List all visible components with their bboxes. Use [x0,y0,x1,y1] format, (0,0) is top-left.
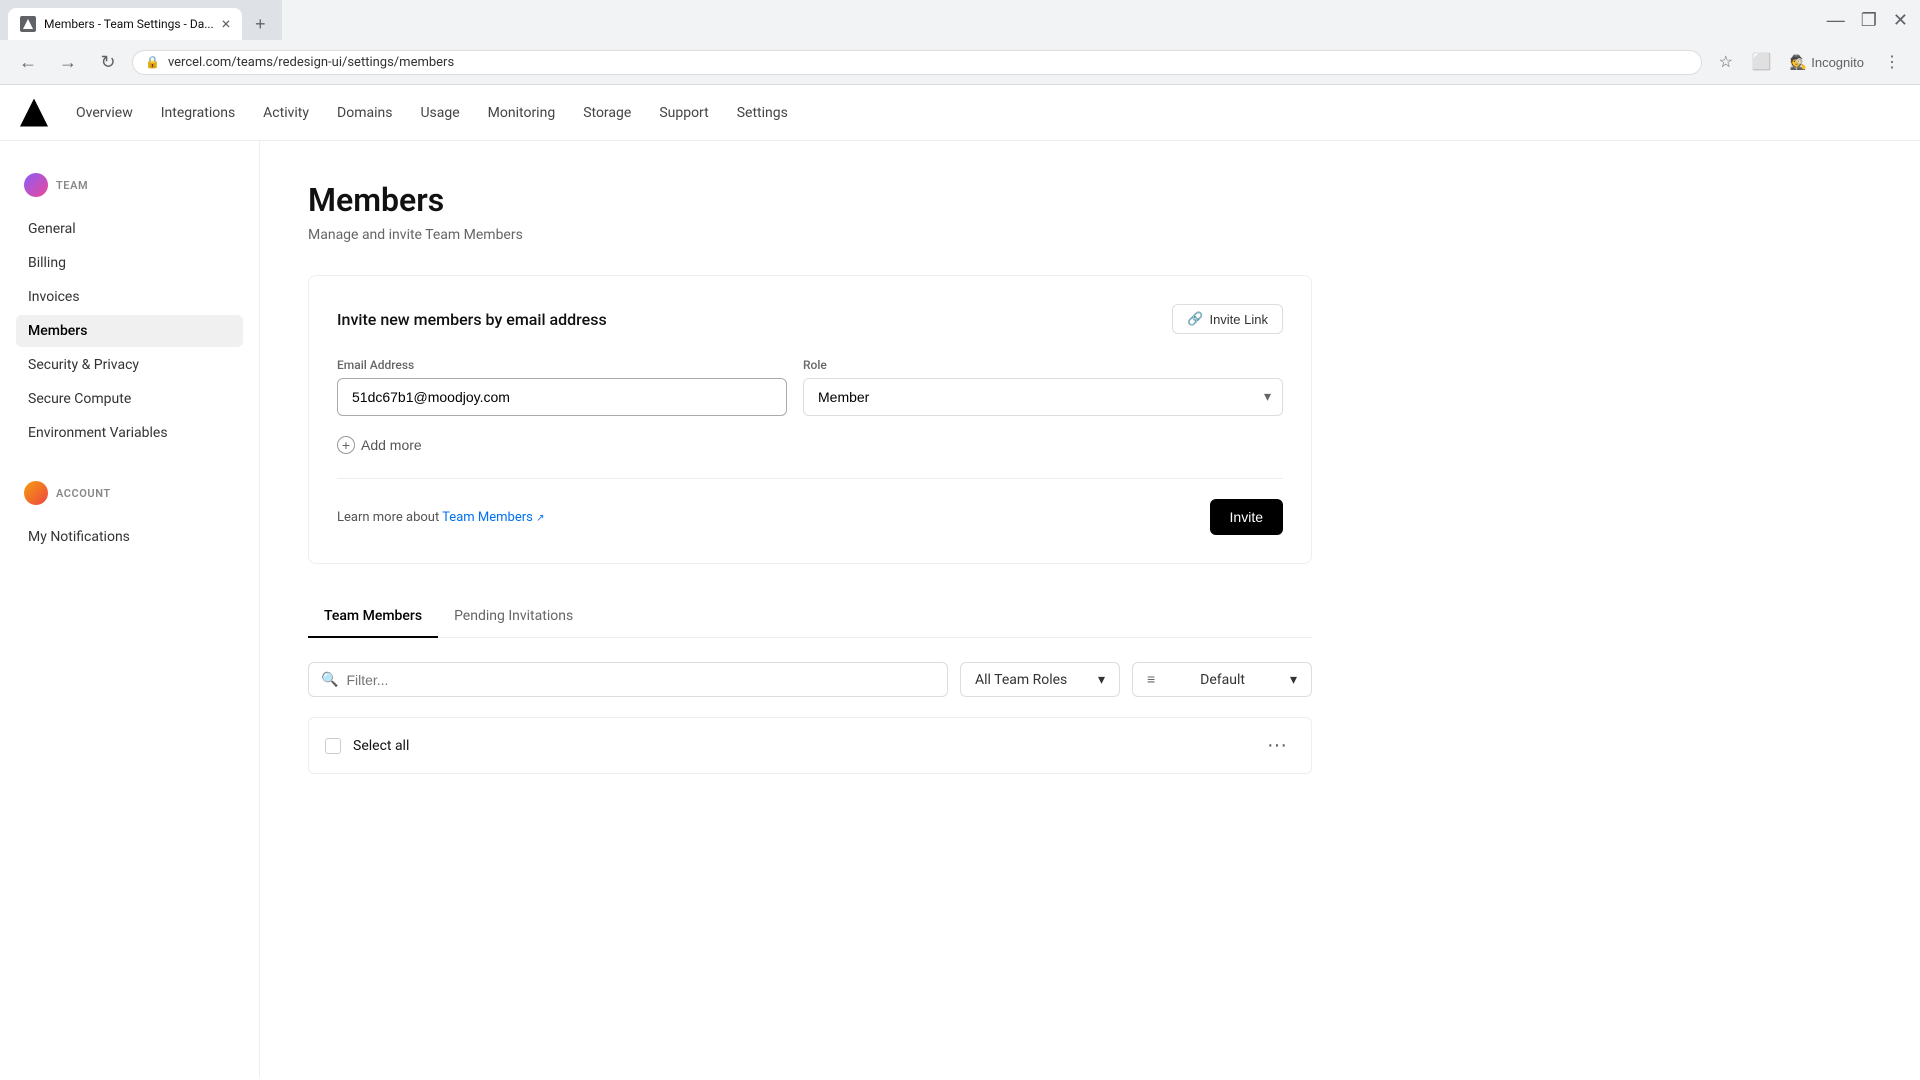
link-icon: 🔗 [1187,311,1203,327]
forward-button[interactable]: → [52,46,84,78]
roles-chevron-icon: ▾ [1098,672,1105,688]
external-link-icon: ↗ [536,513,544,524]
layout: TEAM General Billing Invoices Members Se… [0,141,1920,1077]
browser-toolbar: ← → ↻ 🔒 vercel.com/teams/redesign-ui/set… [0,40,1920,84]
refresh-button[interactable]: ↻ [92,46,124,78]
more-options-button[interactable]: ⋮ [1876,46,1908,78]
invite-card-title: Invite new members by email address [337,310,607,329]
row-more-button[interactable]: ··· [1259,730,1295,761]
role-label: Role [803,358,1283,372]
sort-chevron-icon: ▾ [1290,672,1297,688]
vercel-logo [20,99,48,127]
active-tab[interactable]: Members - Team Settings - Da... × [8,8,242,40]
close-window-button[interactable]: ✕ [1889,6,1912,35]
invite-header: Invite new members by email address 🔗 In… [337,304,1283,334]
nav-settings[interactable]: Settings [725,97,800,129]
page-subtitle: Manage and invite Team Members [308,227,1312,243]
email-label: Email Address [337,358,787,372]
team-members-link[interactable]: Team Members [442,510,533,525]
tab-close-button[interactable]: × [222,16,231,32]
invite-form-row: Email Address Role Member Owner Viewer C… [337,358,1283,416]
bookmark-button[interactable]: ☆ [1710,46,1742,78]
browser-chrome: Members - Team Settings - Da... × + — ❐ … [0,0,1920,85]
nav-monitoring[interactable]: Monitoring [476,97,568,129]
maximize-button[interactable]: ❐ [1857,6,1881,35]
filter-search-container: 🔍 [308,662,948,697]
sidebar-item-general[interactable]: General [16,213,243,245]
team-account-header: TEAM [16,165,243,205]
nav-usage[interactable]: Usage [408,97,471,129]
invite-link-button[interactable]: 🔗 Invite Link [1172,304,1283,334]
account-avatar [24,481,48,505]
team-avatar [24,173,48,197]
all-team-roles-label: All Team Roles [975,672,1067,688]
account-header: ACCOUNT [16,473,243,513]
toolbar-actions: ☆ ⬜ 🕵 Incognito ⋮ [1710,46,1908,78]
account-label: ACCOUNT [56,487,111,500]
page-title: Members [308,181,1312,219]
select-all-row: Select all ··· [308,717,1312,774]
invite-link-label: Invite Link [1209,312,1268,327]
sidebar-item-env-vars[interactable]: Environment Variables [16,417,243,449]
filter-bar: 🔍 All Team Roles ▾ ≡ Default ▾ [308,662,1312,697]
email-group: Email Address [337,358,787,416]
nav-integrations[interactable]: Integrations [149,97,247,129]
select-all-left: Select all [325,738,409,754]
app-nav: Overview Integrations Activity Domains U… [0,85,1920,141]
select-all-label: Select all [353,738,409,754]
nav-storage[interactable]: Storage [571,97,643,129]
invite-button[interactable]: Invite [1210,499,1283,535]
address-url: vercel.com/teams/redesign-ui/settings/me… [168,55,1689,70]
nav-activity[interactable]: Activity [251,97,321,129]
invite-footer: Learn more about Team Members ↗ Invite [337,478,1283,535]
search-icon: 🔍 [321,672,338,688]
sidebar-item-security[interactable]: Security & Privacy [16,349,243,381]
sort-dropdown[interactable]: ≡ Default ▾ [1132,662,1312,697]
browser-tabs: Members - Team Settings - Da... × + [0,0,282,40]
sort-icon: ≡ [1147,671,1155,688]
tab-team-members[interactable]: Team Members [308,596,438,638]
role-select[interactable]: Member Owner Viewer Contributor [803,378,1283,416]
profile-button[interactable]: ⬜ [1746,46,1778,78]
tab-favicon [20,16,36,32]
sidebar-item-my-notifications[interactable]: My Notifications [16,521,243,553]
team-label: TEAM [56,179,88,192]
members-tabs: Team Members Pending Invitations [308,596,1312,638]
new-tab-button[interactable]: + [246,10,274,38]
nav-support[interactable]: Support [647,97,720,129]
all-team-roles-dropdown[interactable]: All Team Roles ▾ [960,662,1120,697]
incognito-label: Incognito [1811,55,1864,70]
learn-more-text: Learn more about Team Members ↗ [337,510,544,525]
tab-pending-invitations[interactable]: Pending Invitations [438,596,589,638]
sidebar: TEAM General Billing Invoices Members Se… [0,141,260,1077]
nav-domains[interactable]: Domains [325,97,404,129]
role-group: Role Member Owner Viewer Contributor ▾ [803,358,1283,416]
minimize-button[interactable]: — [1823,6,1849,35]
nav-overview[interactable]: Overview [64,97,145,129]
email-input[interactable] [337,378,787,416]
role-select-wrapper: Member Owner Viewer Contributor ▾ [803,378,1283,416]
invite-card: Invite new members by email address 🔗 In… [308,275,1312,564]
select-all-checkbox[interactable] [325,738,341,754]
sidebar-item-members[interactable]: Members [16,315,243,347]
add-more-button[interactable]: + Add more [337,432,422,458]
account-section: ACCOUNT My Notifications [16,473,243,553]
incognito-badge[interactable]: 🕵 Incognito [1782,50,1872,75]
sidebar-item-invoices[interactable]: Invoices [16,281,243,313]
back-button[interactable]: ← [12,46,44,78]
tab-title: Members - Team Settings - Da... [44,17,214,31]
incognito-icon: 🕵 [1790,54,1807,71]
team-section: TEAM General Billing Invoices Members Se… [16,165,243,449]
sort-label: Default [1200,672,1245,688]
window-controls: — ❐ ✕ [1823,6,1920,35]
add-more-label: Add more [361,437,422,453]
filter-search-input[interactable] [346,672,935,688]
address-icon: 🔒 [145,55,160,69]
sidebar-item-billing[interactable]: Billing [16,247,243,279]
main-content: Members Manage and invite Team Members I… [260,141,1360,1077]
address-bar[interactable]: 🔒 vercel.com/teams/redesign-ui/settings/… [132,50,1702,75]
sidebar-item-secure-compute[interactable]: Secure Compute [16,383,243,415]
add-more-circle-icon: + [337,436,355,454]
